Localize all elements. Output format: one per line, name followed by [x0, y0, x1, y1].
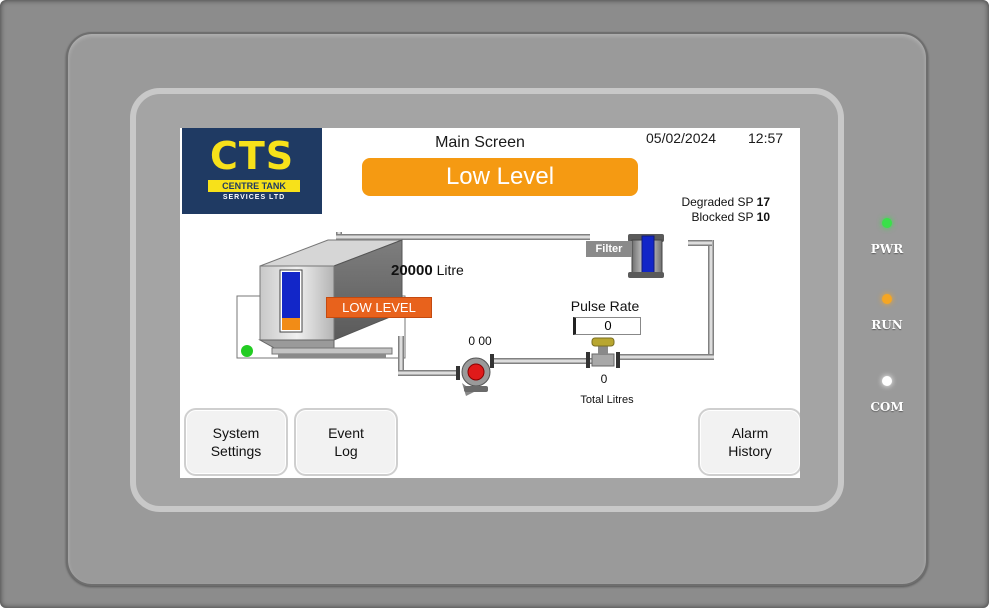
alarm-history-button[interactable]: Alarm History [698, 408, 800, 476]
pipe-segment [398, 370, 460, 376]
com-label: COM [870, 400, 904, 414]
com-led-icon [882, 376, 892, 386]
pipe-segment [688, 240, 712, 246]
hmi-screen: CTS CENTRE TANK SERVICES LTD Main Screen… [180, 128, 800, 478]
tank-level-fill [282, 318, 300, 330]
tank-level-empty [282, 272, 300, 318]
pipe-segment [336, 234, 590, 240]
pulse-rate-label: Pulse Rate [570, 298, 640, 314]
tank-volume-unit: Litre [436, 262, 464, 278]
filter-label: Filter [586, 241, 632, 257]
pwr-label: PWR [870, 242, 904, 256]
filter-unit [628, 234, 664, 278]
tank-volume: 20000 Litre [391, 262, 464, 279]
total-litres-label: Total Litres [580, 394, 634, 406]
pipe-segment [492, 358, 592, 364]
pump-counter: 0 00 [468, 334, 492, 348]
tank-ok-indicator [241, 345, 253, 357]
pump-unit [456, 354, 494, 396]
total-litres-value: 0 [600, 372, 608, 386]
run-led-icon [882, 294, 892, 304]
event-log-button[interactable]: Event Log [294, 408, 398, 476]
pipe-segment [708, 240, 714, 358]
low-level-alarm-badge: LOW LEVEL [326, 297, 432, 318]
run-label: RUN [871, 318, 903, 332]
pipe-segment [620, 354, 714, 360]
system-settings-button[interactable]: System Settings [184, 408, 288, 476]
pipe-segment [398, 336, 404, 374]
pwr-led-icon [882, 218, 892, 228]
pulse-rate-input[interactable]: 0 [573, 317, 641, 335]
tank-volume-value: 20000 [391, 262, 433, 279]
